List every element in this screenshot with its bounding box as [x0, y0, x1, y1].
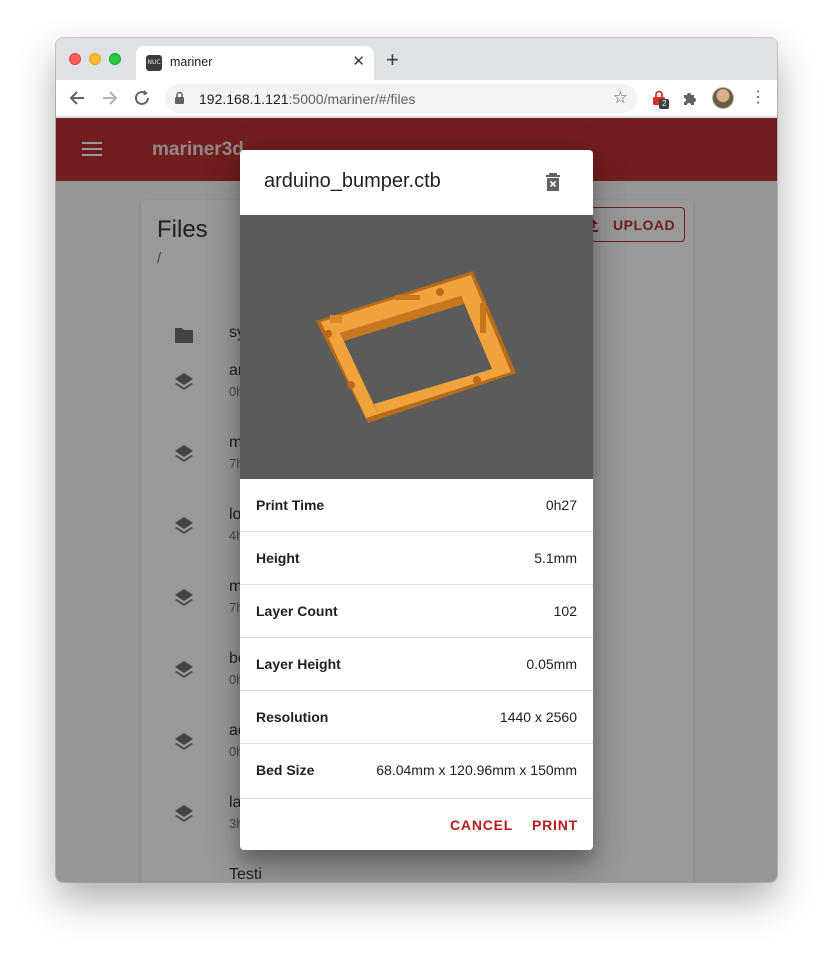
model-render-image [316, 271, 516, 423]
forward-icon[interactable] [99, 87, 121, 109]
back-icon[interactable] [66, 87, 88, 109]
property-row: Layer Height 0.05mm [240, 638, 593, 691]
delete-file-icon[interactable] [541, 170, 565, 194]
dialog-title: arduino_bumper.ctb [264, 170, 441, 192]
bookmark-star-icon[interactable]: ☆ [613, 88, 628, 108]
browser-menu-icon[interactable]: ⋮ [750, 88, 766, 108]
new-tab-icon[interactable]: + [386, 49, 399, 71]
property-row: Print Time 0h27 [240, 479, 593, 532]
favicon-icon: NUC [146, 55, 162, 71]
browser-toolbar: 192.168.1.121:5000/mariner/#/files ☆ 2 ⋮ [56, 80, 777, 117]
profile-avatar[interactable] [712, 87, 734, 109]
close-window-button[interactable] [69, 53, 81, 65]
dialog-actions: CANCEL PRINT [240, 798, 593, 850]
extension-badge: 2 [659, 99, 670, 109]
browser-window: NUC mariner ✕ + 192.168.1.121:5000/marin… [56, 38, 777, 882]
file-details-dialog: arduino_bumper.ctb Print Time 0h27 Heigh… [240, 150, 593, 850]
minimize-window-button[interactable] [89, 53, 101, 65]
property-row: Layer Count 102 [240, 585, 593, 638]
url-text: 192.168.1.121:5000/mariner/#/files [199, 91, 416, 107]
property-row: Bed Size 68.04mm x 120.96mm x 150mm [256, 762, 577, 778]
extensions-puzzle-icon[interactable] [682, 90, 698, 106]
print-button[interactable]: PRINT [532, 817, 578, 833]
property-row: Height 5.1mm [240, 532, 593, 585]
model-preview [240, 215, 593, 479]
file-properties: Print Time 0h27 Height 5.1mm Layer Count… [240, 479, 593, 797]
address-bar[interactable]: 192.168.1.121:5000/mariner/#/files ☆ [165, 84, 637, 113]
zoom-window-button[interactable] [109, 53, 121, 65]
tab-title: mariner [170, 55, 213, 69]
close-tab-icon[interactable]: ✕ [352, 53, 365, 71]
cancel-button[interactable]: CANCEL [450, 817, 513, 833]
page-content: mariner3d Files / UPLOAD sy ar 0h m 7h l… [56, 118, 777, 882]
browser-tab[interactable]: NUC mariner ✕ [136, 46, 374, 80]
tab-strip: NUC mariner ✕ + [56, 38, 777, 80]
property-row: Resolution 1440 x 2560 [240, 691, 593, 744]
reload-icon[interactable] [131, 87, 153, 109]
lock-icon [175, 91, 184, 104]
